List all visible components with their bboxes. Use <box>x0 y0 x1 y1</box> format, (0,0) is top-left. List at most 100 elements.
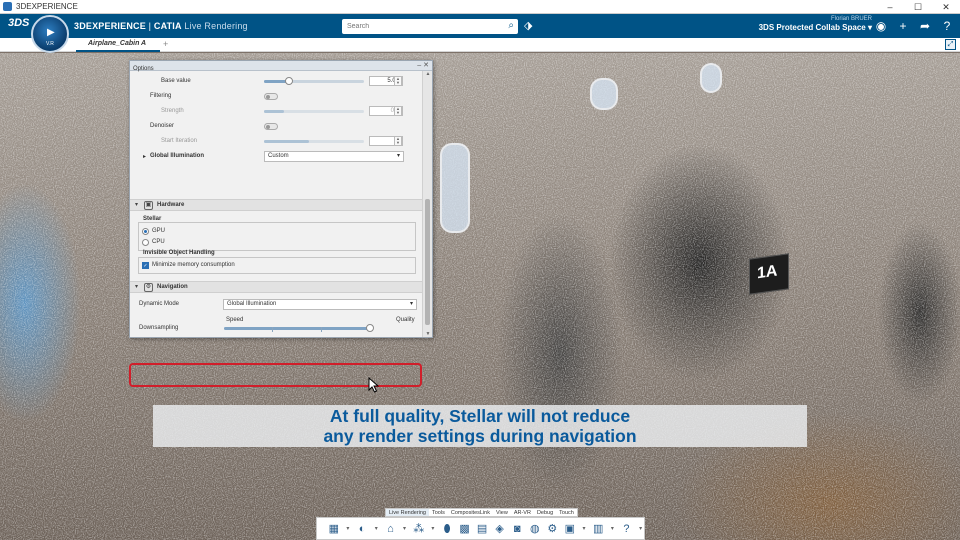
dropdown-icon[interactable]: ▾ <box>609 521 616 537</box>
cpu-radio[interactable] <box>142 239 149 246</box>
denoiser-label: Denoiser <box>150 123 175 129</box>
scrollbar-thumb[interactable] <box>425 199 430 325</box>
tab-compositeslink[interactable]: CompositesLink <box>448 509 493 516</box>
window-title: 3DEXPERIENCE <box>16 2 78 11</box>
layout-icon[interactable]: ▥ <box>591 521 605 537</box>
close-button[interactable]: ✕ <box>932 0 960 14</box>
collapse-icon: ▾ <box>135 284 139 290</box>
tab-debug[interactable]: Debug <box>534 509 556 516</box>
minimize-button[interactable]: – <box>876 0 904 14</box>
search-box: ⌕ <box>342 19 518 34</box>
minimize-memory-label: Minimize memory consumption <box>152 262 235 268</box>
brand-separator: | <box>145 21 154 31</box>
chevron-down-icon: ▾ <box>409 301 413 307</box>
dropdown-icon[interactable]: ▾ <box>373 521 380 537</box>
settings-icon[interactable]: ⚙ <box>546 521 560 537</box>
scroll-down-icon[interactable]: ▼ <box>423 331 433 337</box>
windows-icon[interactable]: ▣ <box>563 521 577 537</box>
dropdown-icon[interactable]: ▾ <box>345 521 352 537</box>
seat-label: 1A <box>757 262 778 283</box>
collapse-icon: ▾ <box>135 202 139 208</box>
render-icon[interactable]: ◈ <box>493 521 507 537</box>
help-icon[interactable]: ? <box>620 521 634 537</box>
dynamic-mode-label: Dynamic Mode <box>139 301 180 307</box>
dropdown-icon[interactable]: ▾ <box>401 521 408 537</box>
tab-view[interactable]: View <box>493 509 511 516</box>
caption-line-2: any render settings during navigation <box>323 426 637 446</box>
gpu-radio[interactable] <box>142 228 149 235</box>
strength-slider[interactable] <box>264 110 364 113</box>
options-header[interactable]: Options – ✕ <box>130 61 432 72</box>
camera-orbit-icon[interactable]: ◐ <box>355 521 369 537</box>
action-bar: ▦ ▾ ◐ ▾ ⌂ ▾ ⁂ ▾ ⬮ ▩ ▤ ◈ ◙ ◍ ⚙ ▣ ▾ ▥ ▾ ? … <box>316 517 645 540</box>
share-icon[interactable]: ➦ <box>916 17 934 35</box>
invisible-object-group: ✓ Minimize memory consumption <box>138 257 416 274</box>
app-icon <box>3 2 12 11</box>
tab-ar-vr[interactable]: AR-VR <box>511 509 534 516</box>
base-value-slider[interactable] <box>264 77 364 85</box>
maximize-button[interactable]: ☐ <box>904 0 932 14</box>
sync-icon[interactable]: ◍ <box>528 521 542 537</box>
search-icon[interactable]: ⌕ <box>508 20 514 31</box>
options-window-controls[interactable]: – ✕ <box>417 61 429 71</box>
tag-icon[interactable]: ⬗ <box>524 19 532 32</box>
film-icon[interactable]: ▦ <box>327 521 341 537</box>
denoiser-toggle[interactable] <box>264 123 278 130</box>
compass[interactable]: ▶ V.R <box>31 15 69 53</box>
action-bar-tabs: Live Rendering Tools CompositesLink View… <box>385 508 578 517</box>
window-controls: – ☐ ✕ <box>876 0 960 14</box>
help-icon[interactable]: ? <box>938 17 956 35</box>
brand-name: 3DEXPERIENCE <box>74 21 146 31</box>
global-illumination-select[interactable]: Custom ▾ <box>264 151 404 162</box>
dynamic-mode-select[interactable]: Global Illumination ▾ <box>223 299 417 310</box>
add-tab-button[interactable]: + <box>163 39 168 49</box>
options-scrollbar[interactable]: ▲ ▼ <box>422 71 432 337</box>
add-icon[interactable]: + <box>894 17 912 35</box>
tab-airplane-cabin[interactable]: Airplane_Cabin A <box>76 38 160 52</box>
user-info[interactable]: Florian BRUER 3DS Protected Collab Space… <box>759 16 872 32</box>
strength-spinner[interactable]: ▲ ▼ <box>394 106 402 116</box>
gpu-label: GPU <box>152 228 166 234</box>
texture-icon[interactable]: ▩ <box>458 521 472 537</box>
strength-fill <box>264 110 284 113</box>
start-iteration-spinner[interactable]: ▲ ▼ <box>394 136 402 146</box>
stamp-icon[interactable]: ⬮ <box>440 521 454 537</box>
downsampling-slider[interactable] <box>224 324 374 332</box>
ds-logo: 3DS <box>8 17 30 29</box>
snapshot-icon[interactable]: ◙ <box>510 521 524 537</box>
app-top-bar: 3DS 3DEXPERIENCE | CATIA Live Rendering … <box>0 14 960 38</box>
display-icon[interactable]: ▤ <box>475 521 489 537</box>
hardware-section-header[interactable]: ▾ ▣ Hardware <box>130 199 422 211</box>
dropdown-icon[interactable]: ▾ <box>429 521 436 537</box>
tab-tools[interactable]: Tools <box>429 509 448 516</box>
brand-app-sub: Live Rendering <box>181 21 248 31</box>
tab-strip: Airplane_Cabin A + ⤢ <box>0 38 960 52</box>
tab-touch[interactable]: Touch <box>556 509 577 516</box>
filtering-toggle[interactable] <box>264 93 278 100</box>
scroll-up-icon[interactable]: ▲ <box>423 71 433 77</box>
collab-space-selector[interactable]: 3DS Protected Collab Space ▾ <box>759 23 872 32</box>
environment-icon[interactable]: ⌂ <box>384 521 398 537</box>
base-value-spinner[interactable]: ▲ ▼ <box>394 76 402 86</box>
caption-overlay: At full quality, Stellar will not reduce… <box>153 405 807 447</box>
stellar-group: GPU CPU <box>138 222 416 251</box>
tick <box>321 327 322 332</box>
hardware-icon: ▣ <box>144 201 153 210</box>
expand-arrow-icon[interactable]: ▸ <box>143 153 146 160</box>
start-iteration-slider[interactable] <box>264 140 364 143</box>
downsampling-knob[interactable] <box>366 324 374 332</box>
navigation-section-header[interactable]: ▾ ⚙ Navigation <box>130 281 422 293</box>
expand-icon[interactable]: ⤢ <box>945 39 956 50</box>
materials-icon[interactable]: ⁂ <box>412 521 426 537</box>
minimize-memory-checkbox[interactable]: ✓ <box>142 262 149 269</box>
search-input[interactable] <box>342 19 492 34</box>
dropdown-icon[interactable]: ▾ <box>581 521 588 537</box>
base-value-knob[interactable] <box>285 77 293 85</box>
dropdown-icon[interactable]: ▾ <box>637 521 644 537</box>
tick <box>272 327 273 332</box>
profile-icon[interactable]: ◉ <box>872 17 890 35</box>
brand-app: CATIA <box>153 21 182 31</box>
user-name: Florian BRUER <box>830 16 872 22</box>
dynamic-mode-value: Global Illumination <box>227 301 277 307</box>
tab-live-rendering[interactable]: Live Rendering <box>386 509 429 516</box>
